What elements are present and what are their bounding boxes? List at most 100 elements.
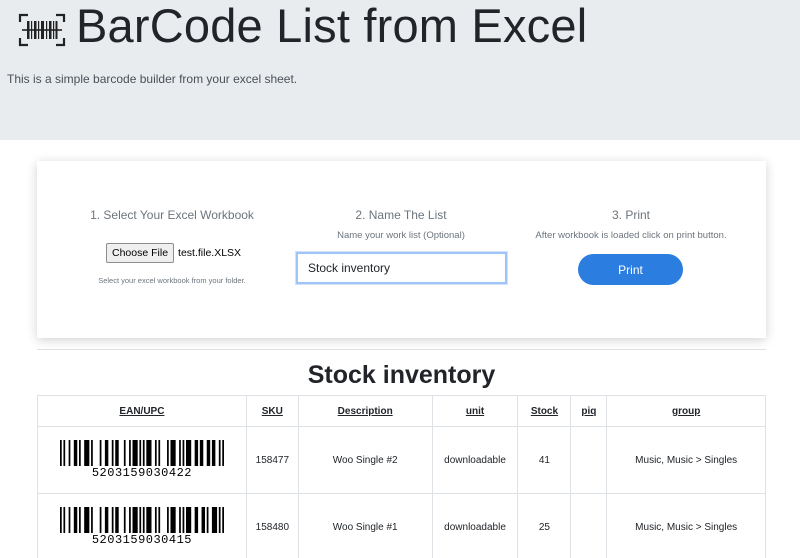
stock-cell: 25: [517, 493, 572, 558]
barcode-bar: [170, 440, 176, 466]
barcode-bar: [104, 440, 109, 466]
column-header-piq[interactable]: piq: [570, 395, 608, 427]
barcode-bar: [182, 507, 185, 533]
column-header-stock[interactable]: Stock: [517, 395, 572, 427]
barcode-bar: [166, 440, 169, 466]
barcode-bar: [222, 440, 224, 466]
barcode-scan-icon: [18, 13, 66, 47]
choose-file-button[interactable]: Choose File: [106, 243, 175, 263]
barcode-bar: [128, 507, 131, 533]
barcode-bar: [63, 440, 66, 466]
barcode-bar: [99, 507, 102, 533]
barcode-bar: [154, 507, 157, 533]
divider: [37, 349, 766, 350]
barcode-bar: [211, 507, 218, 533]
barcode-bar: [201, 507, 205, 533]
step-name-subtitle: Name your work list (Optional): [337, 230, 465, 241]
barcode-number: 5203159030415: [91, 533, 192, 547]
step-workbook-title: 1. Select Your Excel Workbook: [90, 208, 254, 222]
barcode-bar: [59, 440, 62, 466]
controls-card: 1. Select Your Excel Workbook Choose Fil…: [37, 161, 766, 338]
barcode-bar: [90, 507, 93, 533]
column-header-group[interactable]: group: [606, 395, 766, 427]
barcode-bar: [154, 440, 157, 466]
barcode-bar: [78, 507, 81, 533]
barcode-bar: [194, 440, 199, 466]
barcode-bar: [59, 507, 62, 533]
barcode-bar: [139, 440, 142, 466]
barcode-bar: [179, 507, 181, 533]
column-header-sku[interactable]: SKU: [245, 395, 299, 427]
barcode-bar: [132, 507, 138, 533]
piq-cell: [570, 426, 608, 494]
barcode-bar: [115, 507, 119, 533]
list-title: Stock inventory: [307, 361, 496, 389]
barcode-bar: [73, 440, 78, 466]
header-jumbotron: BarCode List from Excel This is a simple…: [0, 0, 800, 140]
barcode-bar: [139, 507, 142, 533]
page-lead: This is a simple barcode builder from yo…: [7, 72, 298, 86]
column-header-description[interactable]: Description: [297, 395, 433, 427]
selected-file-name: test.file.XLSX: [178, 247, 242, 259]
piq-cell: [570, 493, 608, 558]
barcode-bar: [123, 440, 126, 466]
barcode-bar: [115, 440, 119, 466]
barcode-bar: [142, 440, 145, 466]
page-title: BarCode List from Excel: [76, 0, 588, 52]
barcode: 5203159030415: [59, 507, 224, 547]
group-cell: Music, Music > Singles: [606, 493, 766, 558]
column-header-ean[interactable]: EAN/UPC: [37, 395, 247, 427]
barcode-bars: [59, 507, 224, 533]
barcode-bar: [185, 440, 192, 466]
barcode-bar: [146, 507, 152, 533]
ean-cell: 5203159030415: [37, 493, 247, 558]
barcode-bar: [206, 507, 209, 533]
barcode-bar: [63, 507, 66, 533]
barcode-bar: [222, 507, 224, 533]
barcode-bar: [158, 440, 161, 466]
barcode-bar: [111, 440, 114, 466]
table-row: 5203159030415 158480 Woo Single #1 downl…: [37, 493, 766, 558]
sku-cell: 158477: [245, 426, 299, 494]
inventory-table: EAN/UPC SKU Description unit Stock piq g…: [37, 395, 766, 558]
barcode-bar: [194, 507, 199, 533]
barcode-bar: [78, 440, 81, 466]
barcode-bar: [185, 507, 192, 533]
barcode-bar: [146, 440, 152, 466]
barcode-bar: [218, 440, 221, 466]
group-cell: Music, Music > Singles: [606, 426, 766, 494]
barcode-bar: [111, 507, 114, 533]
unit-cell: downloadable: [431, 426, 519, 494]
barcode-bar: [84, 440, 90, 466]
barcode-bar: [199, 440, 204, 466]
barcode-bar: [218, 507, 221, 533]
barcode-bar: [170, 507, 176, 533]
table-header-row: EAN/UPC SKU Description unit Stock piq g…: [37, 395, 766, 427]
barcode-bars: [59, 440, 224, 466]
column-header-unit[interactable]: unit: [431, 395, 519, 427]
barcode: 5203159030422: [59, 440, 224, 480]
barcode-bar: [166, 507, 169, 533]
file-input[interactable]: Choose File test.file.XLSX: [106, 243, 241, 263]
barcode-bar: [128, 440, 131, 466]
unit-cell: downloadable: [431, 493, 519, 558]
step-print-title: 3. Print: [611, 208, 650, 222]
barcode-bar: [182, 440, 185, 466]
file-help-text: Select your excel workbook from your fol…: [98, 276, 246, 285]
stock-cell: 41: [517, 426, 572, 494]
barcode-bar: [132, 440, 138, 466]
barcode-bar: [68, 440, 71, 466]
barcode-bar: [158, 507, 161, 533]
barcode-number: 5203159030422: [91, 466, 192, 480]
print-button[interactable]: Print: [578, 254, 683, 285]
barcode-bar: [104, 507, 109, 533]
list-name-input[interactable]: [296, 252, 507, 284]
barcode-bar: [179, 440, 181, 466]
barcode-bar: [68, 507, 71, 533]
step-name-title: 2. Name The List: [355, 208, 447, 222]
ean-cell: 5203159030422: [37, 426, 247, 494]
barcode-bar: [73, 507, 78, 533]
barcode-bar: [99, 440, 102, 466]
description-cell: Woo Single #1: [297, 493, 433, 558]
barcode-bar: [211, 440, 216, 466]
